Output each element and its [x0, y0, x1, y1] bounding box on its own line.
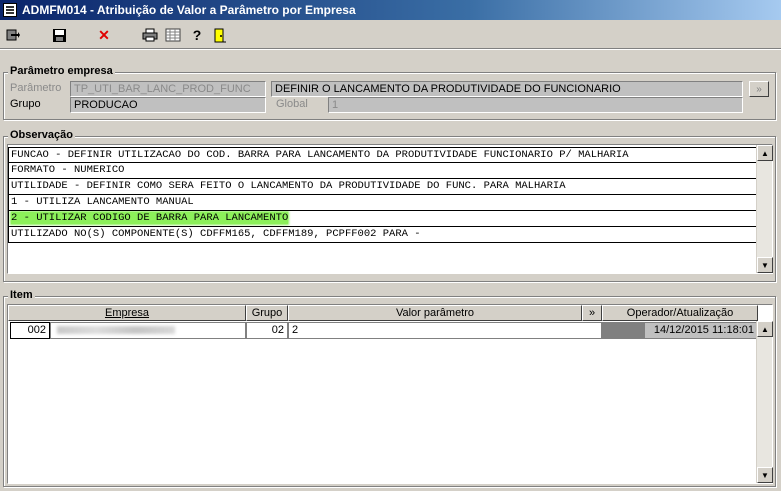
door-icon[interactable]	[211, 26, 229, 44]
scroll-down-icon[interactable]: ▼	[757, 467, 773, 483]
exit-icon[interactable]	[4, 26, 22, 44]
column-header-valor[interactable]: Valor parâmetro	[288, 305, 582, 321]
grid-icon[interactable]	[164, 26, 182, 44]
operador-cell	[602, 322, 644, 339]
atualizacao-cell: 14/12/2015 11:18:01	[644, 322, 758, 339]
expand-description-button[interactable]: »	[749, 81, 769, 97]
observacao-line: 1 - UTILIZA LANCAMENTO MANUAL	[8, 195, 757, 211]
column-header-operador[interactable]: Operador/Atualização	[602, 305, 758, 321]
column-expand-button[interactable]: »	[582, 305, 602, 321]
observacao-line: FORMATO - NUMERICO	[8, 163, 757, 179]
scroll-up-icon[interactable]: ▲	[757, 321, 773, 337]
parametro-field[interactable]: TP_UTI_BAR_LANC_PROD_FUNC	[70, 81, 266, 97]
observacao-label: Observação	[8, 129, 75, 141]
window-title: ADMFM014 - Atribuição de Valor a Parâmet…	[22, 3, 356, 17]
observacao-line: UTILIZADO NO(S) COMPONENTE(S) CDFFM165, …	[8, 227, 757, 243]
item-grid[interactable]: Empresa Grupo Valor parâmetro » Operador…	[7, 304, 773, 484]
grupo-field[interactable]: PRODUCAO	[70, 97, 266, 113]
valor-cell[interactable]: 2	[288, 322, 602, 339]
item-scrollbar[interactable]: ▲ ▼	[756, 321, 773, 483]
grupo-cell[interactable]: 02	[246, 322, 288, 339]
parametro-empresa-label: Parâmetro empresa	[8, 65, 115, 77]
parametro-label: Parâmetro	[10, 82, 62, 94]
scroll-up-icon[interactable]: ▲	[757, 145, 773, 161]
global-label: Global	[276, 98, 308, 110]
global-field[interactable]: 1	[328, 97, 743, 113]
observacao-line: UTILIDADE - DEFINIR COMO SERA FEITO O LA…	[8, 179, 757, 195]
window-title-bar: ADMFM014 - Atribuição de Valor a Parâmet…	[0, 0, 781, 20]
parametro-description-field[interactable]: DEFINIR O LANCAMENTO DA PRODUTIVIDADE DO…	[271, 81, 743, 97]
observacao-text-area[interactable]: FUNCAO - DEFINIR UTILIZACAO DO COD. BARR…	[7, 144, 773, 274]
app-icon	[3, 3, 17, 17]
column-header-empresa[interactable]: Empresa	[8, 305, 246, 321]
grupo-label: Grupo	[10, 98, 41, 110]
observacao-scrollbar[interactable]: ▲ ▼	[756, 145, 773, 273]
observacao-line-highlighted: 2 - UTILIZAR CODIGO DE BARRA PARA LANCAM…	[8, 211, 757, 227]
observacao-line: FUNCAO - DEFINIR UTILIZACAO DO COD. BARR…	[8, 147, 757, 163]
scroll-down-icon[interactable]: ▼	[757, 257, 773, 273]
item-label: Item	[8, 289, 35, 301]
help-icon[interactable]: ?	[188, 26, 206, 44]
toolbar-separator	[0, 48, 781, 50]
column-header-grupo[interactable]: Grupo	[246, 305, 288, 321]
print-icon[interactable]	[141, 26, 159, 44]
empresa-name-cell[interactable]	[50, 322, 246, 339]
empresa-code-cell[interactable]: 002	[10, 322, 50, 339]
toolbar: ✕ ?	[0, 22, 781, 48]
redacted-name	[57, 326, 175, 335]
save-icon[interactable]	[50, 26, 68, 44]
delete-icon[interactable]: ✕	[95, 26, 113, 44]
